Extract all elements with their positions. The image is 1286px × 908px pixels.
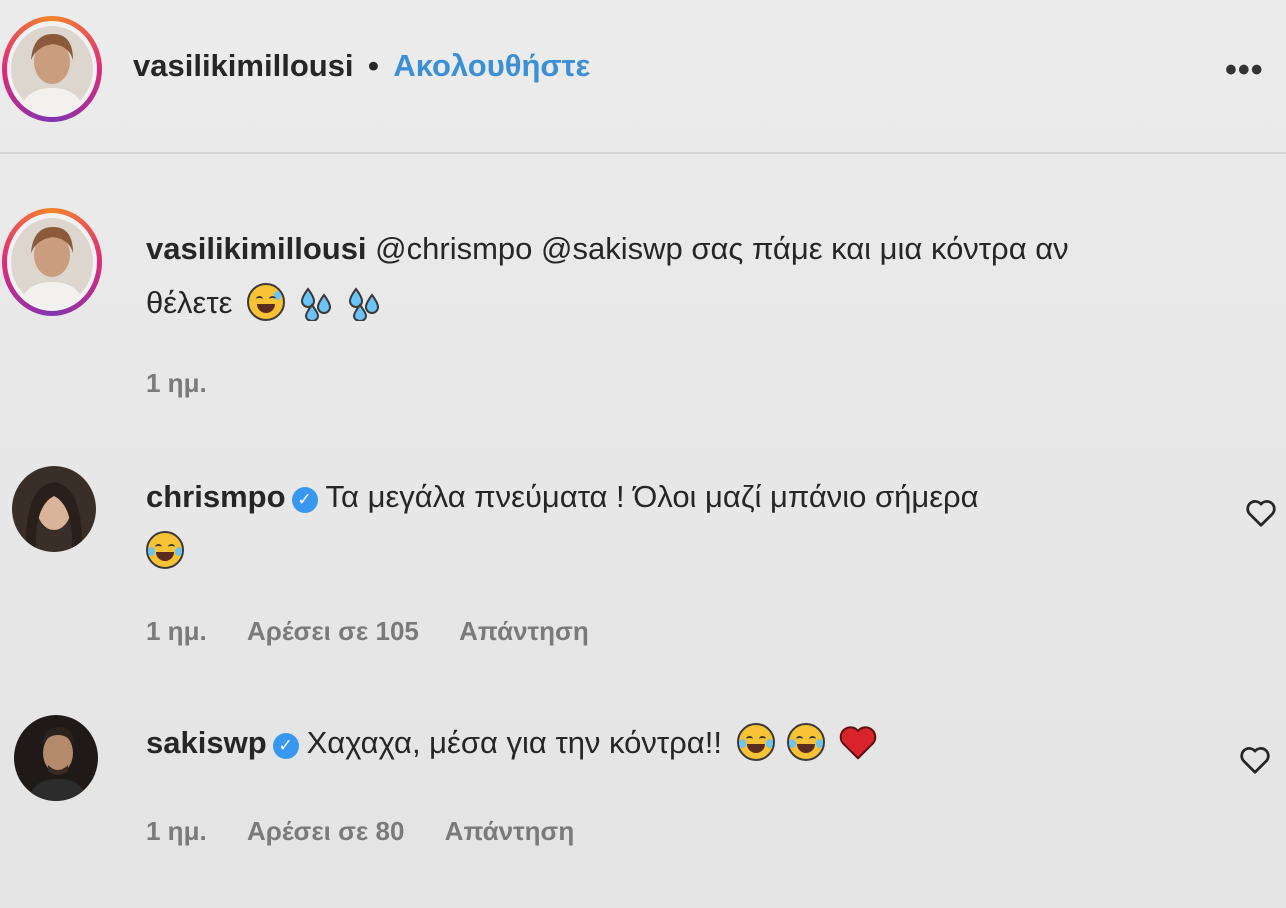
more-options-icon[interactable]: ••• bbox=[1225, 53, 1264, 87]
post-author-username[interactable]: vasilikimillousi bbox=[133, 48, 354, 83]
comment-body: chrismpo ✓ Τα μεγάλα πνεύματα ! Όλοι μαζί … bbox=[146, 470, 1236, 578]
reply-button[interactable]: Απάντηση bbox=[459, 616, 589, 646]
profile-photo-icon bbox=[12, 466, 96, 552]
comment-text: Χαχαχα, μέσα για την κόντρα!! bbox=[306, 725, 722, 760]
comment-username[interactable]: vasilikimillousi bbox=[146, 231, 367, 266]
sweat-droplets-icon bbox=[349, 287, 380, 321]
avatar[interactable] bbox=[2, 16, 102, 122]
tears-of-joy-emoji bbox=[146, 531, 184, 569]
header-divider bbox=[0, 152, 1286, 154]
verified-badge-icon: ✓ bbox=[291, 487, 318, 513]
follow-button[interactable]: Ακολουθήστε bbox=[393, 48, 590, 83]
post-header: vasilikimillousi • Ακολουθήστε ••• bbox=[0, 0, 1286, 150]
comment-body: sakiswp ✓ Χαχαχα, μέσα για την κόντρα!! bbox=[146, 716, 1236, 770]
heart-like-icon[interactable] bbox=[1244, 498, 1278, 528]
tears-of-joy-emoji bbox=[736, 723, 775, 761]
profile-photo-icon bbox=[14, 715, 98, 801]
comment-meta: 1 ημ. bbox=[146, 368, 241, 399]
reply-button[interactable]: Απάντηση bbox=[445, 816, 575, 846]
verified-badge-icon: ✓ bbox=[272, 733, 299, 759]
likes-count-link[interactable]: Αρέσει σε 80 bbox=[247, 816, 404, 846]
comment-meta: 1 ημ. Αρέσει σε 105 Απάντηση bbox=[146, 616, 623, 647]
red-heart-emoji bbox=[839, 726, 877, 760]
comment-body: vasilikimillousi @chrismpo @sakiswp σας … bbox=[146, 222, 1266, 330]
comment-username[interactable]: chrismpo bbox=[146, 479, 286, 514]
comment-avatar[interactable] bbox=[12, 466, 96, 552]
tears-of-joy-emoji bbox=[787, 723, 826, 761]
comment-text-continued: θέλετε bbox=[146, 285, 233, 320]
instagram-comments-screen: vasilikimillousi • Ακολουθήστε ••• vasil… bbox=[0, 0, 1286, 908]
comment-meta: 1 ημ. Αρέσει σε 80 Απάντηση bbox=[146, 816, 608, 847]
likes-count-link[interactable]: Αρέσει σε 105 bbox=[247, 616, 419, 646]
comment-avatar[interactable] bbox=[14, 715, 98, 801]
comment-avatar[interactable] bbox=[2, 208, 102, 316]
comment-text: @chrismpo @sakiswp σας πάμε και μια κόντ… bbox=[375, 231, 1069, 266]
grinning-sweat-emoji bbox=[247, 283, 286, 321]
dot-separator: • bbox=[368, 48, 379, 83]
profile-photo-icon bbox=[11, 218, 93, 306]
comment-timestamp: 1 ημ. bbox=[146, 816, 207, 846]
comment-text: Τα μεγάλα πνεύματα ! Όλοι μαζί μπάνιο σή… bbox=[325, 479, 979, 514]
heart-like-icon[interactable] bbox=[1238, 745, 1272, 775]
comment-timestamp: 1 ημ. bbox=[146, 368, 207, 398]
comment-username[interactable]: sakiswp bbox=[146, 725, 267, 760]
profile-photo-icon bbox=[11, 26, 93, 112]
sweat-droplets-icon bbox=[300, 287, 331, 321]
comment-timestamp: 1 ημ. bbox=[146, 616, 207, 646]
